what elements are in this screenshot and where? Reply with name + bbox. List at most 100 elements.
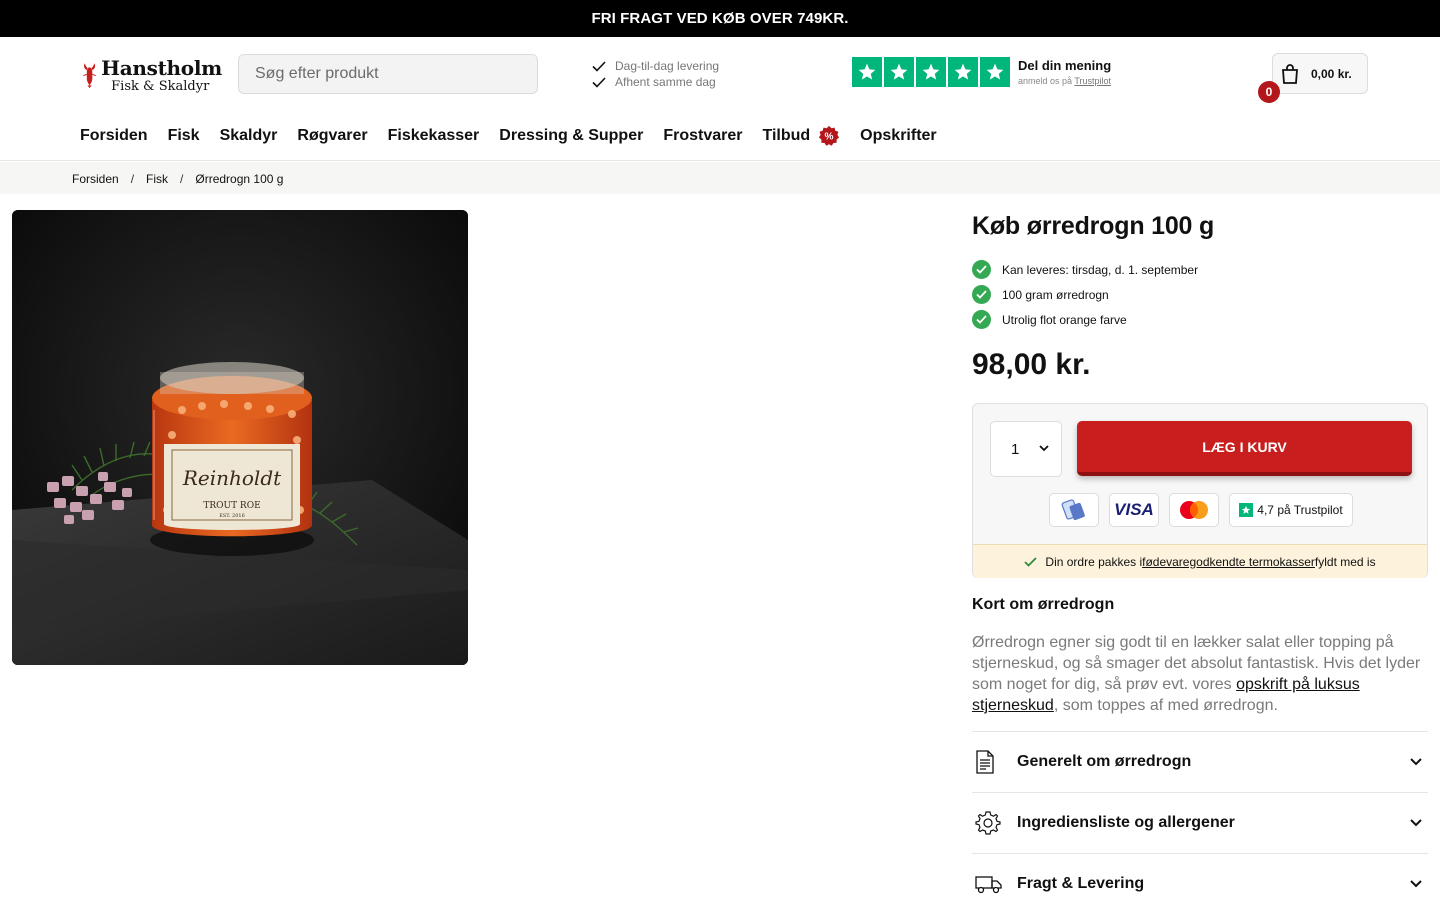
trustpilot-sub-prefix: anmeld os på — [1018, 76, 1075, 86]
payment-methods: VISA 4,7 på Trustpilot — [1049, 493, 1353, 527]
check-circle-icon — [972, 285, 991, 304]
nav-item-skaldyr[interactable]: Skaldyr — [220, 124, 278, 148]
trustpilot-star-icon — [1239, 503, 1254, 517]
star-icon — [980, 57, 1010, 87]
mobilepay-icon — [1049, 493, 1099, 527]
main-nav: Forsiden Fisk Skaldyr Røgvarer Fiskekass… — [80, 124, 957, 148]
chevron-down-icon — [1039, 445, 1049, 452]
breadcrumb: Forsiden / Fisk / Ørredrogn 100 g — [0, 162, 1440, 194]
trustpilot-stars — [852, 57, 1010, 87]
check-icon — [592, 76, 606, 88]
trustpilot-link[interactable]: Trustpilot — [1074, 76, 1111, 86]
chevron-down-icon — [1410, 880, 1422, 888]
quantity-value: 1 — [1011, 440, 1020, 458]
nav-item-tilbud[interactable]: Tilbud % — [762, 124, 840, 148]
breadcrumb-separator: / — [130, 172, 135, 186]
feature-text: 100 gram ørredrogn — [1002, 287, 1109, 302]
search-box[interactable] — [238, 54, 538, 94]
notice-link[interactable]: fødevaregodkendte termokasser — [1142, 555, 1315, 569]
chevron-down-icon — [1410, 819, 1422, 827]
description-heading: Kort om ørredrogn — [972, 596, 1115, 613]
feature-item: Kan leveres: tirsdag, d. 1. september — [972, 257, 1428, 282]
trustpilot-rating-text: 4,7 på Trustpilot — [1257, 503, 1343, 517]
feature-item: Utrolig flot orange farve — [972, 307, 1428, 332]
star-icon — [852, 57, 882, 87]
accordion-label: Fragt & Levering — [1017, 875, 1145, 892]
feature-text: Utrolig flot orange farve — [1002, 312, 1127, 327]
breadcrumb-separator: / — [180, 172, 184, 186]
feature-item: 100 gram ørredrogn — [972, 282, 1428, 307]
trustpilot-rating-badge[interactable]: 4,7 på Trustpilot — [1229, 493, 1353, 527]
breadcrumb-current: Ørredrogn 100 g — [195, 172, 284, 186]
nav-item-frostvarer[interactable]: Frostvarer — [663, 124, 742, 148]
nav-item-fisk[interactable]: Fisk — [168, 124, 200, 148]
accordion-label: Ingrediensliste og allergener — [1017, 814, 1235, 831]
gear-icon — [975, 810, 1007, 836]
search-input[interactable] — [255, 65, 521, 83]
breadcrumb-item[interactable]: Forsiden — [72, 172, 119, 186]
product-title: Køb ørredrogn 100 g — [972, 212, 1215, 240]
nav-item-tilbud-label: Tilbud — [762, 127, 811, 144]
check-circle-icon — [972, 310, 991, 329]
trout-roe-jar-photo: Reinholdt TROUT ROE EST. 2016 — [12, 210, 468, 665]
nav-item-opskrifter[interactable]: Opskrifter — [860, 124, 936, 148]
trustpilot-subtitle: anmeld os på Trustpilot — [1018, 76, 1111, 86]
product-description: Kort om ørredrogn Ørredrogn egner sig go… — [972, 596, 1428, 716]
trustpilot-title: Del din mening — [1018, 58, 1112, 73]
lobster-logo-icon — [83, 63, 96, 89]
packaging-notice: Din ordre pakkes i fødevaregodkendte ter… — [973, 544, 1427, 578]
document-icon — [975, 750, 1007, 774]
usp-label: Dag-til-dag levering — [615, 59, 720, 73]
product-info: Køb ørredrogn 100 g Kan leveres: tirsdag… — [972, 210, 1428, 382]
buy-box: 1 LÆG I KURV VISA 4,7 på Trustpilot Din … — [972, 403, 1428, 578]
feature-text: Kan leveres: tirsdag, d. 1. september — [1002, 262, 1199, 277]
free-shipping-text: FRI FRAGT VED KØB OVER 749KR. — [591, 10, 849, 27]
usp-item: Dag-til-dag levering — [592, 58, 719, 74]
cart-count-badge: 0 — [1258, 81, 1280, 103]
nav-item-fiskekasser[interactable]: Fiskekasser — [388, 124, 480, 148]
discount-percent-icon: % — [819, 125, 840, 146]
description-text-post: , som toppes af med ørredrogn. — [1053, 697, 1278, 714]
quantity-select[interactable]: 1 — [990, 421, 1062, 477]
accordion-shipping[interactable]: Fragt & Levering — [972, 853, 1428, 914]
visa-icon: VISA — [1109, 493, 1159, 527]
cart-amount: 0,00 kr. — [1311, 66, 1352, 81]
star-icon — [948, 57, 978, 87]
logo[interactable]: Hanstholm Fisk & Skaldyr — [82, 55, 222, 95]
check-circle-icon — [972, 260, 991, 279]
star-icon — [916, 57, 946, 87]
site-header: Hanstholm Fisk & Skaldyr Dag-til-dag lev… — [0, 37, 1440, 161]
product-image[interactable]: Reinholdt TROUT ROE EST. 2016 — [12, 210, 468, 665]
mastercard-icon — [1169, 493, 1219, 527]
nav-item-forsiden[interactable]: Forsiden — [80, 124, 148, 148]
truck-icon — [975, 874, 1007, 894]
notice-post: fyldt med is — [1314, 554, 1376, 569]
product-features: Kan leveres: tirsdag, d. 1. september 10… — [972, 257, 1428, 332]
add-to-cart-button[interactable]: LÆG I KURV — [1077, 421, 1412, 476]
visa-label: VISA — [1114, 500, 1154, 519]
trustpilot-widget[interactable]: Del din mening anmeld os på Trustpilot — [852, 57, 1111, 87]
check-icon — [1024, 556, 1038, 567]
shopping-bag-icon — [1282, 63, 1298, 84]
cart-button[interactable]: 0,00 kr. — [1272, 53, 1368, 94]
accordion-ingredients[interactable]: Ingrediensliste og allergener — [972, 792, 1428, 853]
usp-label: Afhent samme dag — [615, 75, 716, 89]
nav-item-rogvarer[interactable]: Røgvarer — [297, 124, 367, 148]
svg-text:%: % — [825, 132, 834, 143]
free-shipping-banner: FRI FRAGT VED KØB OVER 749KR. — [0, 0, 1440, 37]
check-icon — [592, 60, 606, 72]
accordion-label: Generelt om ørredrogn — [1017, 753, 1192, 770]
jar-brand-text: Reinholdt — [182, 466, 282, 490]
product-price: 98,00 kr. — [972, 348, 1091, 381]
usp-item: Afhent samme dag — [592, 74, 719, 90]
jar-product-text: TROUT ROE — [203, 501, 260, 511]
chevron-down-icon — [1410, 758, 1422, 766]
star-icon — [884, 57, 914, 87]
notice-pre: Din ordre pakkes i — [1045, 554, 1143, 569]
accordion-general[interactable]: Generelt om ørredrogn — [972, 731, 1428, 792]
nav-item-dressing-supper[interactable]: Dressing & Supper — [499, 124, 643, 148]
delivery-usps: Dag-til-dag levering Afhent samme dag — [592, 58, 719, 90]
logo-title: Hanstholm — [101, 55, 222, 80]
logo-subtitle: Fisk & Skaldyr — [111, 78, 210, 94]
breadcrumb-item[interactable]: Fisk — [146, 172, 168, 186]
